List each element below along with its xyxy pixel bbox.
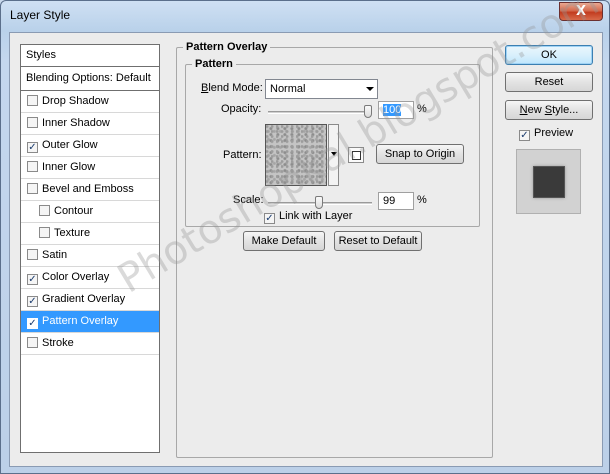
blend-mode-select[interactable]: Normal [265, 79, 378, 99]
style-item[interactable]: Contour [21, 201, 159, 223]
make-default-button[interactable]: Make Default [243, 231, 325, 251]
opacity-value: 100 [383, 104, 402, 116]
checkbox-icon[interactable] [27, 337, 38, 348]
style-item[interactable]: Texture [21, 223, 159, 245]
style-item[interactable]: Inner Glow [21, 157, 159, 179]
style-item[interactable]: ✓ Color Overlay [21, 267, 159, 289]
scale-label: Scale: [233, 194, 264, 206]
checkbox-checked-icon[interactable]: ✓ [27, 142, 38, 153]
style-item-label: Contour [54, 205, 94, 217]
close-button[interactable]: X [559, 2, 603, 21]
blending-options-item[interactable]: Blending Options: Default [21, 67, 159, 91]
scale-percent: % [417, 194, 427, 206]
pattern-swatch[interactable] [265, 124, 327, 186]
styles-list: Styles Blending Options: Default Drop Sh… [20, 44, 160, 453]
pattern-group: Pattern Blend Mode: Normal Opacity: 100 … [185, 58, 480, 227]
style-item-label: Inner Glow [42, 161, 96, 173]
scale-value: 99 [383, 195, 396, 207]
ok-button[interactable]: OK [505, 45, 593, 65]
style-items: Drop Shadow Inner Shadow ✓ Outer Glow Inner … [21, 91, 159, 355]
style-item[interactable]: ✓ Pattern Overlay [21, 311, 159, 333]
checkbox-icon[interactable] [27, 95, 38, 106]
scale-input[interactable]: 99 [378, 192, 414, 210]
snap-to-origin-button[interactable]: Snap to Origin [376, 144, 464, 164]
style-item-label: Inner Shadow [42, 117, 110, 129]
opacity-slider-thumb[interactable] [364, 105, 372, 118]
checkbox-icon[interactable] [27, 183, 38, 194]
layer-style-window: Layer Style X Styles Blending Options: D… [0, 0, 610, 474]
preview-label: Preview [534, 127, 574, 139]
style-item[interactable]: Stroke [21, 333, 159, 355]
pattern-label: Pattern: [223, 149, 262, 161]
link-with-layer-checkbox[interactable]: ✓ Link with Layer [264, 210, 352, 224]
blend-mode-label: Blend Mode: [201, 82, 263, 94]
pattern-group-title: Pattern [192, 58, 236, 70]
checkbox-checked-icon[interactable]: ✓ [27, 318, 38, 329]
preview-thumbnail [533, 166, 565, 198]
style-item-label: Stroke [42, 337, 74, 349]
style-item[interactable]: ✓ Gradient Overlay [21, 289, 159, 311]
opacity-slider-track[interactable] [268, 111, 372, 114]
style-item[interactable]: Inner Shadow [21, 113, 159, 135]
pattern-picker-button[interactable] [328, 124, 339, 186]
checkbox-check-icon[interactable]: ✓ [519, 130, 530, 141]
style-item[interactable]: Drop Shadow [21, 91, 159, 113]
style-item-label: Texture [54, 227, 91, 239]
pattern-overlay-group: Pattern Overlay Pattern Blend Mode: Norm… [176, 41, 493, 458]
style-item-label: Bevel and Emboss [42, 183, 134, 195]
style-item-label: Drop Shadow [42, 95, 109, 107]
scale-slider-thumb[interactable] [315, 196, 324, 209]
opacity-input[interactable]: 100 [378, 101, 414, 119]
reset-button[interactable]: Reset [505, 72, 593, 92]
checkbox-icon[interactable] [27, 161, 38, 172]
new-preset-icon[interactable] [348, 147, 364, 163]
blend-mode-value: Normal [270, 83, 306, 95]
preview-checkbox[interactable]: ✓ Preview [519, 127, 573, 141]
reset-to-default-button[interactable]: Reset to Default [334, 231, 422, 251]
styles-header[interactable]: Styles [21, 45, 159, 67]
chevron-down-icon [331, 152, 337, 156]
checkbox-icon[interactable] [39, 205, 50, 216]
opacity-percent: % [417, 103, 427, 115]
dialog-client-area: Styles Blending Options: Default Drop Sh… [9, 0, 607, 467]
checkbox-icon[interactable] [39, 227, 50, 238]
style-item-label: Pattern Overlay [42, 315, 119, 327]
style-item-label: Gradient Overlay [42, 293, 126, 305]
style-item-label: Outer Glow [42, 139, 98, 151]
style-item[interactable]: Bevel and Emboss [21, 179, 159, 201]
window-title: Layer Style [10, 8, 71, 22]
style-preview [516, 149, 581, 214]
new-style-button[interactable]: New Style... [505, 100, 593, 120]
style-item[interactable]: ✓ Outer Glow [21, 135, 159, 157]
chevron-down-icon [366, 87, 374, 91]
style-item-label: Color Overlay [42, 271, 110, 283]
checkbox-checked-icon[interactable]: ✓ [27, 274, 38, 285]
checkbox-checked-icon[interactable]: ✓ [27, 296, 38, 307]
checkbox-check-icon[interactable]: ✓ [264, 213, 275, 224]
pattern-overlay-title: Pattern Overlay [183, 41, 271, 53]
checkbox-icon[interactable] [27, 249, 38, 260]
opacity-label: Opacity: [221, 103, 262, 115]
link-with-layer-label: Link with Layer [279, 210, 353, 222]
style-item-label: Satin [42, 249, 68, 261]
style-item[interactable]: Satin [21, 245, 159, 267]
checkbox-icon[interactable] [27, 117, 38, 128]
